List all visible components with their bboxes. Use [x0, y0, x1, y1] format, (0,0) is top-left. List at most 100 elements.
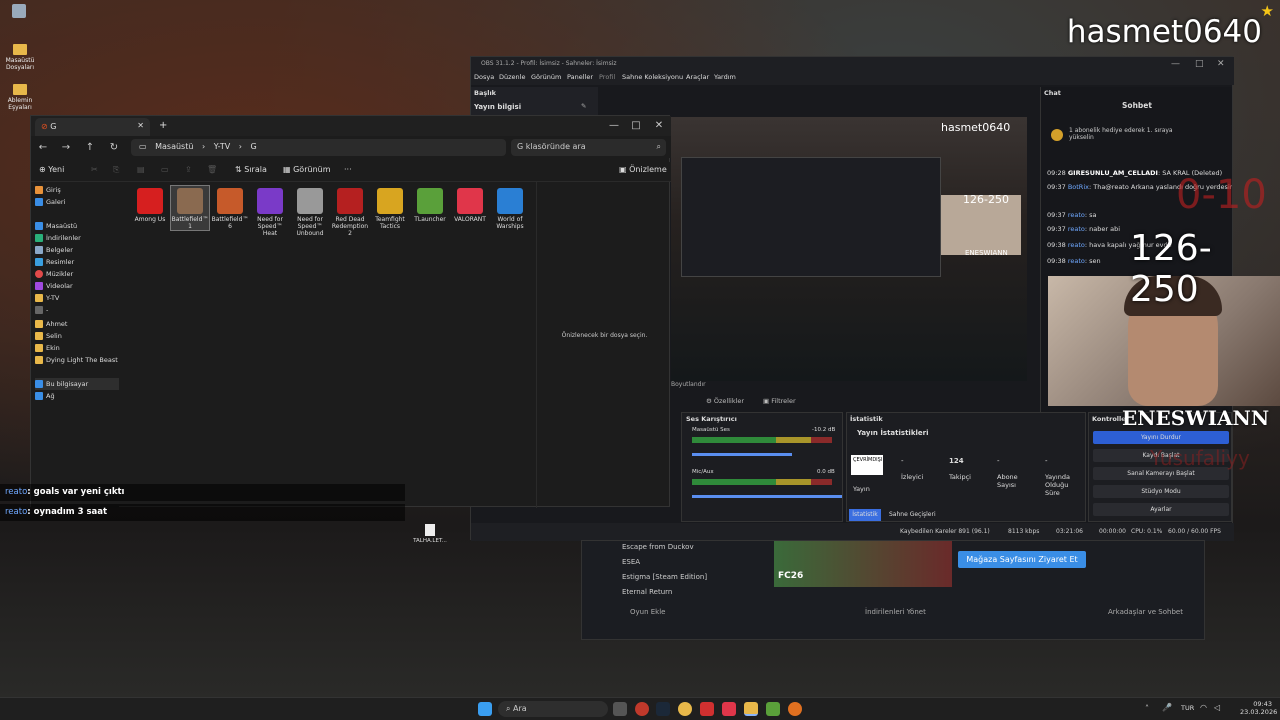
sidebar-item-dash[interactable]: -: [35, 304, 48, 316]
obs-minimize-button[interactable]: —: [1171, 59, 1180, 69]
breadcrumb-item[interactable]: G: [250, 142, 256, 151]
new-button[interactable]: ⊕ Yeni: [39, 165, 64, 174]
add-game-button[interactable]: Oyun Ekle: [630, 608, 665, 616]
file-item[interactable]: Need for Speed™ Unbound: [291, 186, 329, 237]
obs-close-button[interactable]: ✕: [1217, 59, 1225, 69]
menu-item[interactable]: Araçlar: [686, 73, 709, 81]
mic-volume-slider[interactable]: [692, 495, 842, 498]
clock[interactable]: 09:43 23.03.2026: [1240, 700, 1277, 716]
tab-transitions[interactable]: Sahne Geçişleri: [889, 511, 936, 518]
sidebar-item-ekin[interactable]: Ekin: [35, 342, 60, 354]
menu-item[interactable]: Dosya: [474, 73, 494, 81]
tab-stats[interactable]: İstatistik: [849, 509, 881, 521]
rename-icon[interactable]: ▭: [161, 165, 169, 174]
steam-icon[interactable]: [656, 702, 670, 716]
game-list-item[interactable]: ESEA: [622, 558, 640, 566]
menu-item[interactable]: Düzenle: [499, 73, 525, 81]
more-button[interactable]: ···: [344, 165, 352, 174]
file-item[interactable]: Teamfight Tactics: [371, 186, 409, 230]
breadcrumb-item[interactable]: Y-TV: [214, 142, 230, 151]
sidebar-item-this-pc[interactable]: Bu bilgisayar: [35, 378, 119, 390]
recycle-bin-icon[interactable]: [12, 4, 26, 18]
sidebar-item-ytv[interactable]: Y-TV: [35, 292, 59, 304]
wifi-icon[interactable]: ◠: [1200, 703, 1207, 712]
friends-chat-button[interactable]: Arkadaşlar ve Sohbet: [1108, 608, 1183, 616]
sidebar-item-ahmet[interactable]: Ahmet: [35, 318, 67, 330]
file-item[interactable]: TLauncher: [411, 186, 449, 223]
view-button[interactable]: ▦ Görünüm: [283, 165, 331, 174]
file-item[interactable]: Need for Speed™ Heat: [251, 186, 289, 237]
new-tab-button[interactable]: +: [159, 120, 167, 131]
desktop-file[interactable]: TALHA.LET...: [413, 524, 447, 544]
file-item[interactable]: Battlefield™ 1: [170, 185, 210, 231]
sidebar-item-selin[interactable]: Selin: [35, 330, 62, 342]
game-list-item[interactable]: Estigma [Steam Edition]: [622, 573, 707, 581]
microphone-icon[interactable]: 🎤: [1162, 703, 1172, 712]
search-input[interactable]: G klasöründe ara ⌕: [511, 139, 666, 156]
steam-window[interactable]: Escape from Duckov ESEA Estigma [Steam E…: [581, 540, 1205, 640]
chat-user[interactable]: reato: [1068, 241, 1085, 249]
copy-icon[interactable]: ⎘: [113, 165, 119, 175]
desktop-icon[interactable]: Masaüstü Dosyaları: [0, 44, 40, 71]
game-list-item[interactable]: Escape from Duckov: [622, 543, 694, 551]
close-button[interactable]: ✕: [648, 116, 670, 136]
cut-icon[interactable]: ✂: [91, 165, 98, 174]
valorant-icon[interactable]: [722, 702, 736, 716]
manage-downloads-button[interactable]: İndirilenleri Yönet: [865, 608, 926, 616]
file-item[interactable]: Red Dead Redemption 2: [331, 186, 369, 237]
minimize-button[interactable]: —: [603, 116, 625, 136]
chat-user[interactable]: reato: [1068, 225, 1085, 233]
sidebar-item-documents[interactable]: Belgeler: [35, 244, 73, 256]
menu-item[interactable]: Sahne Koleksiyonu: [622, 73, 683, 81]
chat-user[interactable]: reato: [1068, 211, 1085, 219]
up-icon[interactable]: ↑: [82, 140, 98, 156]
tray-chevron-icon[interactable]: ˄: [1145, 704, 1149, 713]
file-explorer-icon[interactable]: [744, 702, 758, 716]
volume-icon[interactable]: ◁: [1214, 703, 1220, 712]
desktop-volume-slider[interactable]: [692, 453, 792, 456]
visit-store-button[interactable]: Mağaza Sayfasını Ziyaret Et: [958, 551, 1086, 568]
task-view-icon[interactable]: [613, 702, 627, 716]
stop-stream-button[interactable]: Yayını Durdur: [1093, 431, 1229, 444]
close-tab-icon[interactable]: ✕: [137, 121, 144, 130]
share-icon[interactable]: ⇪: [185, 165, 192, 174]
properties-button[interactable]: ⚙ Özellikler: [706, 397, 744, 405]
settings-button[interactable]: Ayarlar: [1093, 503, 1229, 516]
refresh-icon[interactable]: ↻: [106, 140, 122, 156]
filters-button[interactable]: ▣ Filtreler: [763, 397, 796, 405]
file-explorer-window[interactable]: ⊘ G ✕ + — □ ✕ ← → ↑ ↻ ▭ Masaüstü › Y-TV …: [30, 115, 671, 508]
sidebar-item-pictures[interactable]: Resimler: [35, 256, 74, 268]
maximize-button[interactable]: □: [625, 116, 647, 136]
sidebar-item-network[interactable]: Ağ: [35, 390, 55, 402]
menu-item[interactable]: Yardım: [714, 73, 736, 81]
edit-icon[interactable]: ✎: [581, 102, 586, 110]
obs-icon[interactable]: [635, 702, 649, 716]
browser-icon[interactable]: [788, 702, 802, 716]
preview-button[interactable]: ▣ Önizleme: [619, 165, 667, 174]
tab-folder[interactable]: ⊘ G ✕: [35, 118, 150, 136]
audio-mixer-dock[interactable]: Ses Karıştırıcı Masaüstü Ses -10.2 dB Mi…: [681, 412, 843, 522]
breadcrumb[interactable]: ▭ Masaüstü › Y-TV › G: [131, 139, 506, 156]
game-list-item[interactable]: Eternal Return: [622, 588, 672, 596]
sidebar-item-dying-light[interactable]: Dying Light The Beast: [35, 354, 118, 366]
paste-icon[interactable]: ▤: [137, 165, 145, 174]
menu-item[interactable]: Görünüm: [531, 73, 561, 81]
chrome-icon[interactable]: [678, 702, 692, 716]
studio-mode-button[interactable]: Stüdyo Modu: [1093, 485, 1229, 498]
chat-user[interactable]: GIRESUNLU_AM_CELLADI: [1068, 169, 1158, 177]
sidebar-item-gallery[interactable]: Galeri: [35, 196, 65, 208]
menu-item[interactable]: Paneller: [567, 73, 593, 81]
desktop-icon[interactable]: Ablemin Eşyaları: [0, 84, 40, 111]
forward-icon[interactable]: →: [58, 140, 74, 156]
file-item[interactable]: Among Us: [131, 186, 169, 223]
scene-resize-label[interactable]: Boyutlandır: [671, 381, 706, 388]
sidebar-item-videos[interactable]: Videolar: [35, 280, 73, 292]
language-indicator[interactable]: TUR: [1181, 704, 1194, 712]
breadcrumb-item[interactable]: Masaüstü: [155, 142, 193, 151]
tlauncher-icon[interactable]: [766, 702, 780, 716]
obs-preview-canvas[interactable]: hasmet0640 126-250 ENESWIANN: [671, 117, 1027, 381]
file-item[interactable]: VALORANT: [451, 186, 489, 223]
app-icon[interactable]: [700, 702, 714, 716]
chat-user[interactable]: reato: [1068, 257, 1085, 265]
sort-button[interactable]: ⇅ Sırala: [235, 165, 267, 174]
